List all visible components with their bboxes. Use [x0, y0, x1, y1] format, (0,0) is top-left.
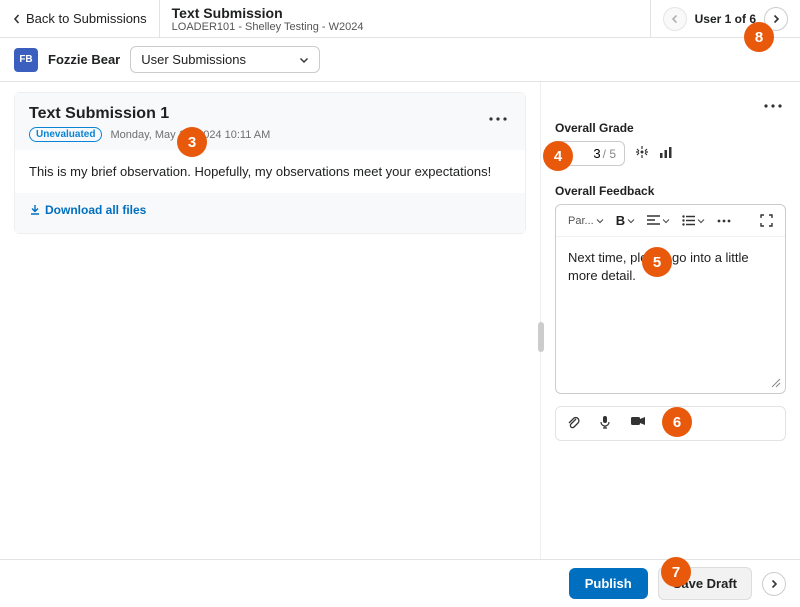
chevron-down-icon [299, 55, 309, 65]
grade-suggestion-button[interactable] [635, 145, 649, 162]
bar-chart-icon [659, 145, 673, 159]
dropdown-label: User Submissions [141, 52, 246, 67]
list-icon [682, 215, 695, 226]
user-toolbar: FB Fozzie Bear User Submissions [0, 38, 800, 82]
download-label: Download all files [45, 203, 146, 217]
overall-feedback-label: Overall Feedback [555, 184, 786, 198]
tutorial-marker-8: 8 [744, 22, 774, 52]
download-icon [29, 204, 41, 216]
chevron-down-icon [697, 217, 705, 225]
page-header: Back to Submissions Text Submission LOAD… [0, 0, 800, 38]
grading-panel: Overall Grade / 5 Overall Feedback Par..… [540, 82, 800, 587]
chevron-right-icon [769, 579, 779, 589]
back-link[interactable]: Back to Submissions [0, 11, 159, 26]
chevron-down-icon [662, 217, 670, 225]
list-button[interactable] [678, 213, 709, 228]
editor-resize-handle[interactable] [767, 374, 785, 393]
paragraph-style-select[interactable]: Par... [564, 213, 608, 229]
record-video-button[interactable] [630, 415, 646, 432]
grade-row: / 5 [555, 141, 786, 166]
grade-denominator: / 5 [603, 147, 616, 161]
course-subtitle: LOADER101 - Shelley Testing - W2024 [172, 21, 638, 33]
prev-user-button [663, 7, 687, 31]
microphone-icon [598, 415, 612, 429]
fullscreen-button[interactable] [756, 212, 777, 229]
chevron-down-icon [596, 217, 604, 225]
header-title-block: Text Submission LOADER101 - Shelley Test… [160, 1, 650, 37]
grading-actions-menu[interactable] [760, 92, 786, 115]
more-horizontal-icon [489, 117, 507, 121]
grade-input[interactable] [577, 146, 601, 161]
bold-icon: B [616, 213, 625, 228]
bold-button[interactable]: B [612, 211, 639, 230]
card-header: Text Submission 1 Unevaluated Monday, Ma… [15, 93, 525, 150]
align-left-icon [647, 215, 660, 226]
publish-button[interactable]: Publish [569, 568, 648, 599]
main-content: Text Submission 1 Unevaluated Monday, Ma… [0, 82, 800, 587]
more-horizontal-icon [717, 219, 731, 223]
download-all-link[interactable]: Download all files [29, 203, 146, 217]
submission-actions-menu[interactable] [485, 105, 511, 128]
align-button[interactable] [643, 213, 674, 228]
submissions-dropdown[interactable]: User Submissions [130, 46, 320, 73]
paperclip-icon [566, 415, 580, 429]
chevron-left-icon [670, 14, 680, 24]
user-position-label: User 1 of 6 [695, 12, 756, 26]
submission-body: This is my brief observation. Hopefully,… [15, 150, 525, 193]
assignment-title: Text Submission [172, 5, 638, 21]
tutorial-marker-6: 6 [662, 407, 692, 437]
submission-title: Text Submission 1 [29, 105, 270, 123]
attach-file-button[interactable] [566, 415, 580, 432]
resize-grip-icon [771, 378, 781, 388]
submission-card: Text Submission 1 Unevaluated Monday, Ma… [14, 92, 526, 234]
card-footer: Download all files [15, 193, 525, 233]
next-submission-button[interactable] [762, 572, 786, 596]
expand-icon [760, 214, 773, 227]
chevron-left-icon [12, 14, 22, 24]
more-formatting-button[interactable] [713, 217, 735, 225]
record-audio-button[interactable] [598, 415, 612, 432]
tutorial-marker-7: 7 [661, 557, 691, 587]
status-badge: Unevaluated [29, 127, 102, 142]
feedback-editor: Par... B [555, 204, 786, 394]
video-camera-icon [630, 415, 646, 427]
editor-toolbar: Par... B [556, 205, 785, 237]
avatar: FB [14, 48, 38, 72]
more-horizontal-icon [764, 104, 782, 108]
wand-icon [635, 145, 649, 159]
tutorial-marker-3: 3 [177, 127, 207, 157]
submission-panel: Text Submission 1 Unevaluated Monday, Ma… [0, 82, 540, 587]
tutorial-marker-5: 5 [642, 247, 672, 277]
user-name: Fozzie Bear [48, 52, 120, 67]
grade-stats-button[interactable] [659, 145, 673, 162]
tutorial-marker-4: 4 [543, 141, 573, 171]
back-link-label: Back to Submissions [26, 11, 147, 26]
chevron-down-icon [627, 217, 635, 225]
chevron-right-icon [771, 14, 781, 24]
user-navigation: User 1 of 6 [650, 0, 800, 37]
panel-resize-handle[interactable] [538, 322, 544, 352]
overall-grade-label: Overall Grade [555, 121, 786, 135]
